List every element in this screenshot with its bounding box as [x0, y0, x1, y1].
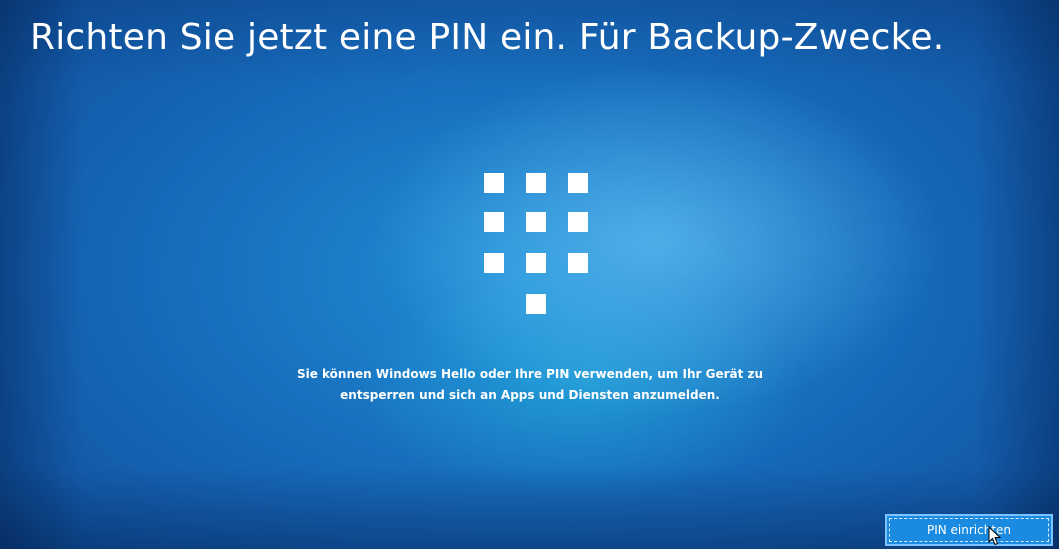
pin-setup-screen: Richten Sie jetzt eine PIN ein. Für Back…: [0, 0, 1059, 549]
keypad-dot: [526, 294, 546, 314]
keypad-dot: [568, 173, 588, 193]
page-title: Richten Sie jetzt eine PIN ein. Für Back…: [30, 17, 945, 58]
keypad-dot: [568, 212, 588, 232]
keypad-dot: [526, 173, 546, 193]
keypad-dot: [568, 253, 588, 273]
keypad-dot: [484, 212, 504, 232]
set-up-pin-button[interactable]: PIN einrichten: [885, 514, 1053, 546]
description-line-2: entsperren und sich an Apps und Diensten…: [340, 388, 720, 402]
mouse-pointer-icon: [988, 526, 1002, 546]
keypad-dot: [484, 173, 504, 193]
description-text: Sie können Windows Hello oder Ihre PIN v…: [230, 364, 830, 406]
keypad-dot: [526, 212, 546, 232]
description-line-1: Sie können Windows Hello oder Ihre PIN v…: [296, 367, 764, 381]
keypad-dot: [526, 253, 546, 273]
pin-keypad-icon: [484, 173, 590, 321]
keypad-dot: [484, 253, 504, 273]
